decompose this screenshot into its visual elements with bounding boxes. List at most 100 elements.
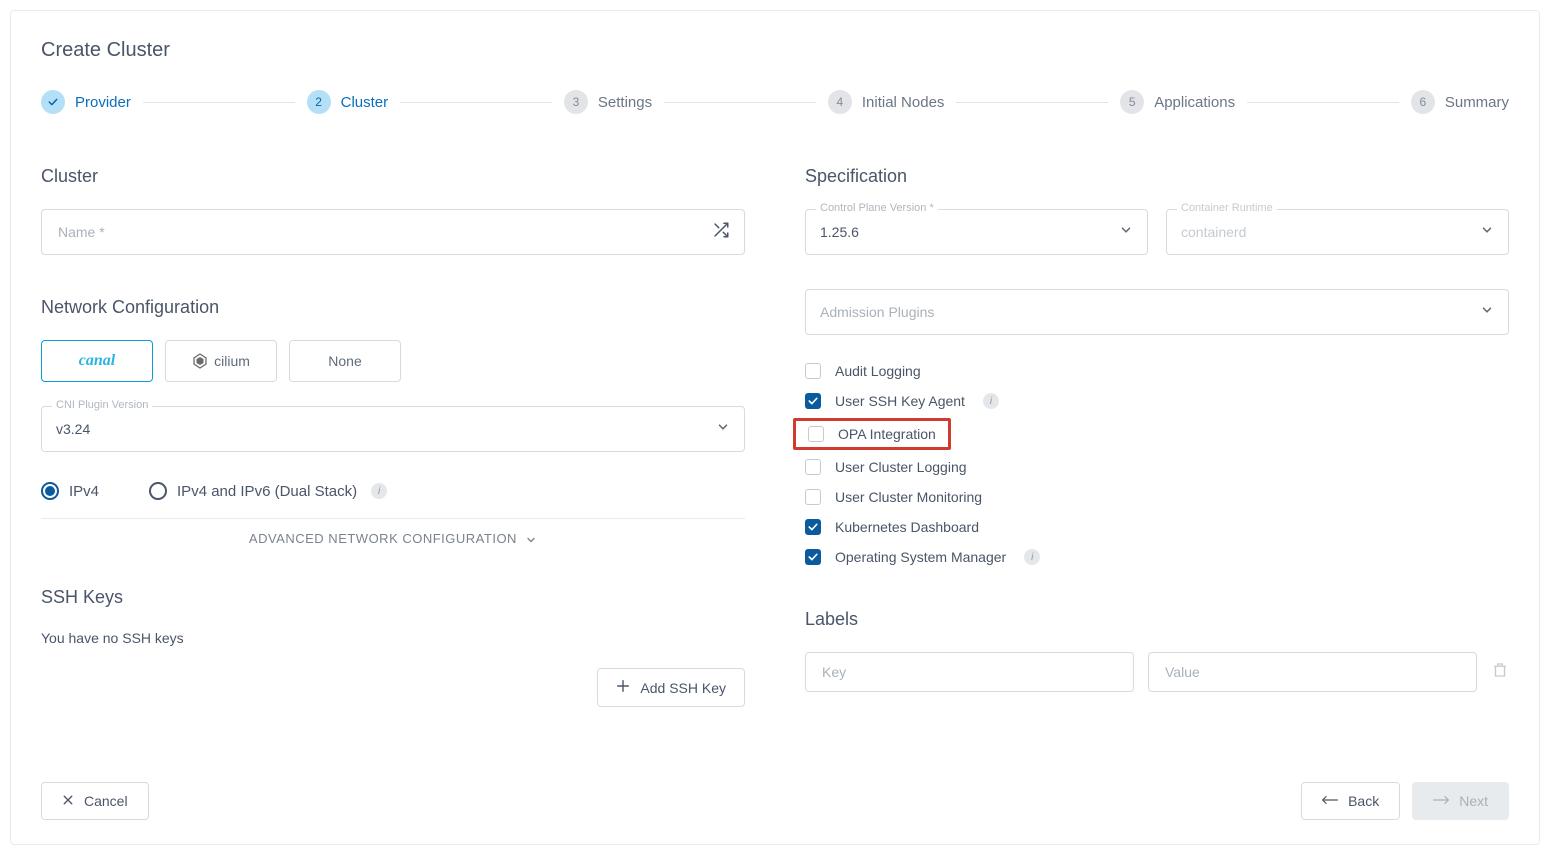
step-number: 5: [1120, 90, 1144, 114]
next-label: Next: [1459, 793, 1488, 809]
admission-plugins-select[interactable]: Admission Plugins: [805, 289, 1509, 335]
add-ssh-label: Add SSH Key: [640, 680, 726, 696]
checkbox-checked-icon: [805, 519, 821, 535]
radio-ipv4[interactable]: IPv4: [41, 482, 99, 500]
control-plane-version-select[interactable]: Control Plane Version * 1.25.6: [805, 209, 1148, 255]
plus-icon: [616, 679, 630, 696]
ssh-section-title: SSH Keys: [41, 587, 745, 608]
none-label: None: [328, 353, 361, 369]
step-initial-nodes: 4 Initial Nodes: [828, 90, 945, 114]
check-icon: [41, 90, 65, 114]
cp-version-value: 1.25.6: [820, 224, 1119, 240]
trash-icon[interactable]: [1491, 661, 1509, 684]
close-icon: [62, 793, 74, 809]
runtime-label: Container Runtime: [1177, 202, 1277, 214]
step-number: 6: [1411, 90, 1435, 114]
opa-highlight: OPA Integration: [793, 418, 951, 450]
step-number: 3: [564, 90, 588, 114]
runtime-value: containerd: [1181, 224, 1480, 240]
labels-section-title: Labels: [805, 609, 1509, 630]
info-icon[interactable]: i: [1024, 549, 1040, 565]
label-value-input[interactable]: [1163, 663, 1462, 681]
cni-canal-pill[interactable]: canal: [41, 340, 153, 382]
step-label: Provider: [75, 94, 131, 111]
step-settings: 3 Settings: [564, 90, 652, 114]
step-number: 4: [828, 90, 852, 114]
cancel-button[interactable]: Cancel: [41, 782, 149, 820]
info-icon[interactable]: i: [983, 393, 999, 409]
checkbox-icon: [805, 363, 821, 379]
cancel-label: Cancel: [84, 793, 128, 809]
step-label: Summary: [1445, 94, 1509, 111]
shuffle-icon[interactable]: [712, 221, 730, 244]
check-label: Operating System Manager: [835, 549, 1006, 565]
radio-dualstack-label: IPv4 and IPv6 (Dual Stack): [177, 483, 357, 500]
step-label: Applications: [1154, 94, 1235, 111]
step-provider[interactable]: Provider: [41, 90, 131, 114]
step-label: Settings: [598, 94, 652, 111]
check-label: OPA Integration: [838, 426, 936, 442]
check-label: User Cluster Monitoring: [835, 489, 982, 505]
check-label: Kubernetes Dashboard: [835, 519, 979, 535]
ip-stack-radio-group: IPv4 IPv4 and IPv6 (Dual Stack) i: [41, 482, 745, 500]
page-title: Create Cluster: [41, 39, 1509, 62]
step-applications: 5 Applications: [1120, 90, 1235, 114]
cni-version-label: CNI Plugin Version: [52, 399, 152, 411]
radio-dualstack[interactable]: IPv4 and IPv6 (Dual Stack) i: [149, 482, 387, 500]
cp-version-label: Control Plane Version *: [816, 202, 938, 214]
canal-logo: canal: [79, 352, 115, 370]
arrow-right-icon: [1433, 793, 1449, 809]
cni-version-value: v3.24: [56, 421, 716, 437]
check-user-cluster-monitoring[interactable]: User Cluster Monitoring: [805, 489, 1509, 505]
chevron-down-icon: [716, 420, 730, 439]
chevron-down-icon: [1480, 303, 1494, 322]
admission-placeholder: Admission Plugins: [820, 304, 1480, 320]
advanced-network-toggle[interactable]: ADVANCED NETWORK CONFIGURATION: [41, 519, 745, 558]
back-label: Back: [1348, 793, 1379, 809]
step-summary: 6 Summary: [1411, 90, 1509, 114]
cni-pill-row: canal cilium None: [41, 340, 745, 382]
check-audit-logging[interactable]: Audit Logging: [805, 363, 1509, 379]
step-number: 2: [307, 90, 331, 114]
chevron-down-icon: [1480, 223, 1494, 242]
arrow-left-icon: [1322, 793, 1338, 809]
specification-section-title: Specification: [805, 166, 1509, 187]
radio-ipv4-label: IPv4: [69, 483, 99, 500]
check-opa-integration[interactable]: OPA Integration: [808, 426, 936, 442]
cilium-label: cilium: [214, 353, 250, 369]
cni-none-pill[interactable]: None: [289, 340, 401, 382]
cni-version-select[interactable]: CNI Plugin Version v3.24: [41, 406, 745, 452]
checkbox-icon: [805, 489, 821, 505]
ssh-empty-text: You have no SSH keys: [41, 630, 745, 646]
check-operating-system-manager[interactable]: Operating System Manager i: [805, 549, 1509, 565]
cluster-name-input-wrap[interactable]: [41, 209, 745, 255]
step-label: Cluster: [341, 94, 389, 111]
check-label: Audit Logging: [835, 363, 921, 379]
check-label: User SSH Key Agent: [835, 393, 965, 409]
cluster-section-title: Cluster: [41, 166, 745, 187]
chevron-down-icon: [1119, 223, 1133, 242]
checkbox-icon: [808, 426, 824, 442]
info-icon[interactable]: i: [371, 483, 387, 499]
checkbox-checked-icon: [805, 393, 821, 409]
network-section-title: Network Configuration: [41, 297, 745, 318]
back-button[interactable]: Back: [1301, 782, 1400, 820]
label-key-input[interactable]: [820, 663, 1119, 681]
step-cluster[interactable]: 2 Cluster: [307, 90, 389, 114]
check-user-ssh-key-agent[interactable]: User SSH Key Agent i: [805, 393, 1509, 409]
container-runtime-select[interactable]: Container Runtime containerd: [1166, 209, 1509, 255]
check-user-cluster-logging[interactable]: User Cluster Logging: [805, 459, 1509, 475]
label-key-input-wrap[interactable]: [805, 652, 1134, 692]
check-label: User Cluster Logging: [835, 459, 967, 475]
next-button: Next: [1412, 782, 1509, 820]
check-kubernetes-dashboard[interactable]: Kubernetes Dashboard: [805, 519, 1509, 535]
cni-cilium-pill[interactable]: cilium: [165, 340, 277, 382]
label-value-input-wrap[interactable]: [1148, 652, 1477, 692]
checkbox-icon: [805, 459, 821, 475]
cluster-name-input[interactable]: [56, 223, 712, 241]
add-ssh-key-button[interactable]: Add SSH Key: [597, 668, 745, 707]
cilium-icon: [192, 353, 208, 369]
checkbox-checked-icon: [805, 549, 821, 565]
stepper: Provider 2 Cluster 3 Settings 4 Initial …: [41, 90, 1509, 114]
feature-checkbox-list: Audit Logging User SSH Key Agent i OPA I…: [805, 363, 1509, 565]
